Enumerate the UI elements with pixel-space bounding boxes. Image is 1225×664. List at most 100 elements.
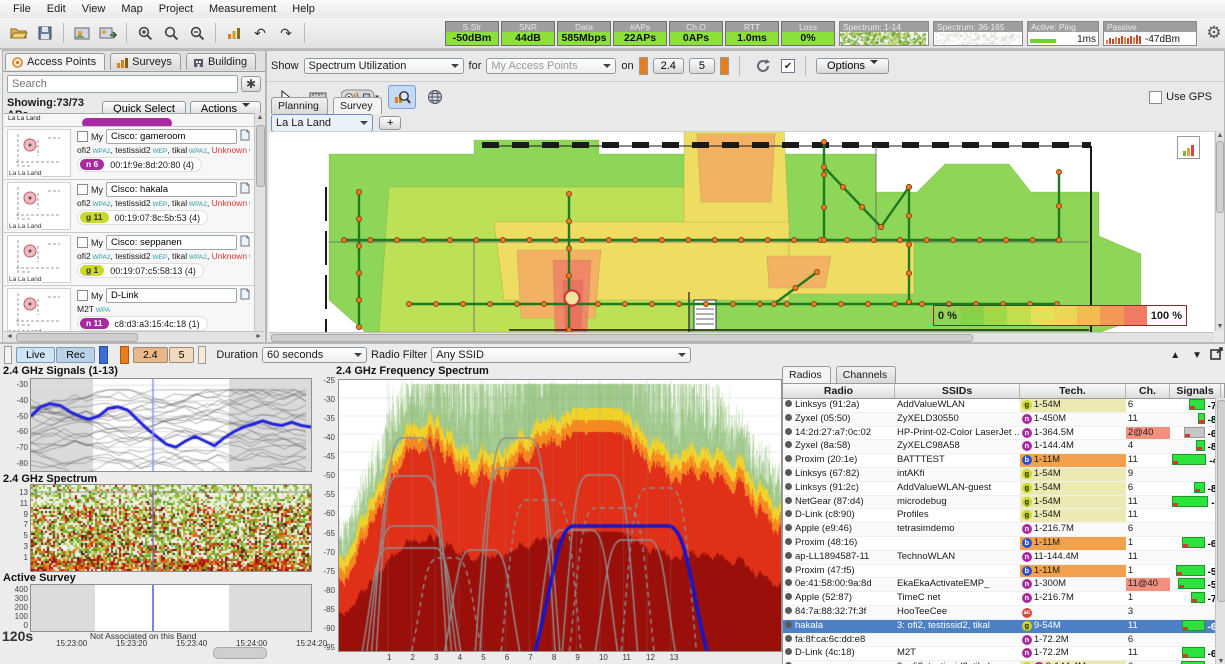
my-ap-checkbox[interactable]	[77, 184, 88, 195]
radios-table-header[interactable]: RadioSSIDsTech.Ch.Signals	[782, 383, 1225, 399]
band-24-button[interactable]: 2.4	[653, 58, 684, 74]
copy-icon[interactable]	[240, 235, 250, 250]
map-vscrollbar[interactable]: ▲ ▼	[1215, 131, 1224, 331]
menu-project[interactable]: Project	[152, 2, 200, 16]
radio-row[interactable]: Proxim (47:f5)b1-11M1 -52	[783, 565, 1224, 579]
active-ping-box[interactable]: Active: Ping 1ms	[1027, 21, 1099, 46]
passive-box[interactable]: Passive -47dBm	[1103, 21, 1197, 46]
radio-row[interactable]: Proxim (48:16)b1-11M1 -61	[783, 537, 1224, 551]
use-gps-checkbox[interactable]	[1149, 91, 1162, 104]
my-ap-checkbox[interactable]	[77, 237, 88, 248]
gps-globe-tool[interactable]	[421, 85, 449, 109]
export-image-button[interactable]	[95, 21, 121, 45]
active-survey-chart[interactable]	[30, 584, 312, 632]
hscroll-thumb[interactable]	[16, 333, 138, 342]
survey-scrollbar-thumb[interactable]	[213, 647, 267, 659]
save-project-button[interactable]	[32, 21, 58, 45]
column-header-ch[interactable]: Ch.	[1126, 384, 1170, 398]
refresh-button[interactable]	[750, 54, 776, 78]
radio-row[interactable]: 84:7a:88:32:7f:3fHooTeeCeeac3	[783, 606, 1224, 620]
expand-panel-button[interactable]: ▼	[1188, 348, 1206, 363]
radio-row[interactable]: D-Link (c8:90)Profilesg1-54M11	[783, 509, 1224, 523]
menu-view[interactable]: View	[75, 2, 113, 16]
tab-building[interactable]: Building	[186, 53, 256, 70]
tab-survey[interactable]: Survey	[333, 97, 382, 114]
ap-filter-select[interactable]: My Access Points	[486, 58, 616, 74]
band-5-toggle[interactable]: 5	[169, 347, 195, 363]
radio-row[interactable]: Apple (e9:46)tetrasimdemon1-216.7M6	[783, 523, 1224, 537]
spectrum-mini-24[interactable]: Spectrum: 1-14	[839, 21, 929, 46]
collapse-panel-button[interactable]: ▲	[1166, 348, 1184, 363]
scroll-left-arrow[interactable]: ◄	[6, 333, 13, 340]
radio-row[interactable]: Apple (52:87)TimeC netn1-216.7M1 -76	[783, 592, 1224, 606]
options-button[interactable]: Options	[816, 58, 889, 74]
open-project-button[interactable]	[6, 21, 32, 45]
menu-file[interactable]: File	[6, 2, 38, 16]
map-legend-toggle-button[interactable]	[1177, 136, 1200, 159]
ap-marker[interactable]	[565, 291, 580, 306]
freq-spectrum-chart[interactable]	[338, 379, 782, 652]
column-header-ssids[interactable]: SSIDs	[895, 384, 1020, 398]
band-5-button[interactable]: 5	[689, 58, 715, 74]
waterfall-chart[interactable]	[30, 484, 312, 572]
duration-select[interactable]: 60 seconds	[262, 347, 367, 363]
signals-chart[interactable]	[30, 378, 312, 472]
redo-button[interactable]: ↷	[273, 21, 299, 45]
vscroll-thumb[interactable]	[256, 125, 265, 187]
copy-icon[interactable]	[240, 288, 250, 303]
clear-search-button[interactable]: ✱	[241, 76, 261, 92]
tab-channels[interactable]: Channels	[836, 366, 896, 383]
settings-gear-icon[interactable]: ⚙	[1201, 21, 1225, 45]
my-ap-checkbox[interactable]	[77, 290, 88, 301]
add-floor-button[interactable]: +	[379, 116, 401, 130]
floor-select[interactable]: La La Land	[271, 114, 373, 132]
radios-vscrollbar[interactable]: ▼	[1215, 398, 1225, 664]
radio-row[interactable]: hakala3: ofi2, testissid2, tikalg9-54M11…	[783, 620, 1224, 634]
ap-list-hscrollbar[interactable]: ◄ ►	[4, 331, 264, 342]
radio-row[interactable]: Proxim (20:1e)BATTTESTb1-11M11 -44	[783, 454, 1224, 468]
menu-map[interactable]: Map	[114, 2, 149, 16]
radio-row[interactable]: 14:2d:27:a7:0c:02HP-Print-02-Color Laser…	[783, 427, 1224, 441]
tab-surveys[interactable]: Surveys	[110, 53, 181, 70]
screenshot-button[interactable]	[69, 21, 95, 45]
menu-measurement[interactable]: Measurement	[202, 2, 283, 16]
radio-row[interactable]: Zyxel (05:50)ZyXELD30550n1-450M11 -87	[783, 413, 1224, 427]
tab-access-points[interactable]: Access Points	[5, 53, 105, 70]
tab-planning[interactable]: Planning	[271, 97, 328, 114]
visualization-select[interactable]: Spectrum Utilization	[304, 58, 464, 74]
live-button[interactable]: Live	[16, 347, 55, 363]
popout-panel-button[interactable]	[1210, 347, 1223, 363]
radio-row[interactable]: 0e:41:58:00:9a:8dEkaEkaActivateEMP_n1-30…	[783, 578, 1224, 592]
auto-refresh-checkbox[interactable]: ✔	[781, 59, 795, 73]
copy-icon[interactable]	[240, 182, 250, 197]
column-header-signals[interactable]: Signals	[1170, 384, 1221, 398]
column-header-tech[interactable]: Tech.	[1020, 384, 1126, 398]
ap-name-input[interactable]	[106, 182, 237, 197]
scroll-right-arrow[interactable]: ►	[255, 333, 262, 340]
ap-list-vscrollbar[interactable]: ▲	[254, 113, 265, 331]
use-gps-control[interactable]: Use GPS	[1149, 91, 1212, 104]
radio-row[interactable]: Zyxel (8a:58)ZyXELC98A58n1-144.4M4 -84	[783, 440, 1224, 454]
copy-icon[interactable]	[240, 129, 250, 144]
floor-map[interactable]: 0 % 100 %	[269, 131, 1214, 332]
map-hscrollbar[interactable]	[269, 332, 1214, 342]
band-24-toggle[interactable]: 2.4	[133, 347, 168, 363]
radio-row[interactable]: Linksys (67:82)intAKfig1-54M9	[783, 468, 1224, 482]
tab-radios[interactable]: Radios	[782, 366, 831, 383]
scroll-up-arrow[interactable]: ▲	[255, 114, 265, 121]
search-input[interactable]	[7, 75, 238, 93]
ap-item-partial[interactable]: La La Land	[4, 114, 254, 127]
ap-item[interactable]: La La LandMyofi2 WPA2, testissid2 WEP, t…	[4, 127, 254, 180]
ap-name-input[interactable]	[106, 235, 237, 250]
menu-help[interactable]: Help	[285, 2, 322, 16]
radio-row[interactable]: Linksys (91:2c)AddValueWLAN-guestg1-54M6…	[783, 482, 1224, 496]
zoom-fit-button[interactable]	[158, 21, 184, 45]
undo-button[interactable]: ↶	[247, 21, 273, 45]
radio-row[interactable]: fa:8f:ca:6c:dd:e8n1-72.2M6	[783, 634, 1224, 648]
my-ap-checkbox[interactable]	[77, 131, 88, 142]
ap-item[interactable]: La La LandMyofi2 WPA2, testissid2 WEP, t…	[4, 233, 254, 286]
zoom-out-button[interactable]	[184, 21, 210, 45]
radio-row[interactable]: D-Link (4c:18)M2Tn1-72.2M11 -61	[783, 647, 1224, 661]
zoom-in-button[interactable]	[132, 21, 158, 45]
menu-edit[interactable]: Edit	[40, 2, 73, 16]
